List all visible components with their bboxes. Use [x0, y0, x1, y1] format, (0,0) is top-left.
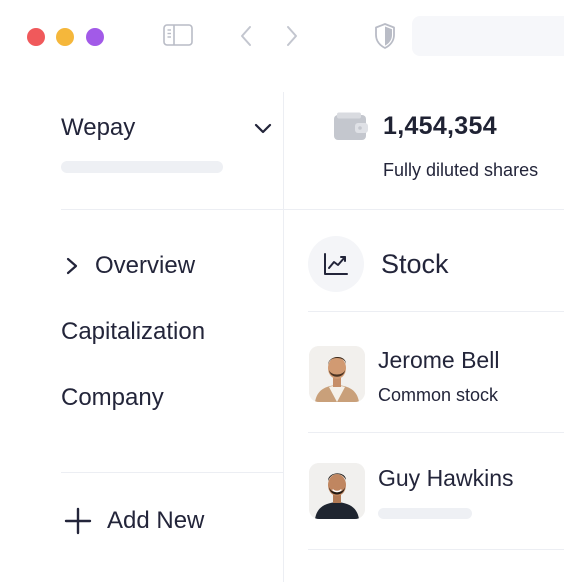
- chevron-down-icon[interactable]: [251, 118, 275, 140]
- address-bar[interactable]: [412, 16, 564, 56]
- company-name[interactable]: Wepay: [61, 114, 135, 142]
- avatar: [309, 346, 365, 402]
- holder-name[interactable]: Guy Hawkins: [378, 465, 513, 492]
- forward-icon[interactable]: [280, 22, 304, 50]
- shield-icon[interactable]: [372, 22, 398, 50]
- holder-name[interactable]: Jerome Bell: [378, 347, 499, 374]
- sidebar-toggle-icon[interactable]: [162, 22, 194, 48]
- add-new-label: Add New: [107, 507, 205, 534]
- fully-diluted-shares-value: 1,454,354: [383, 112, 497, 140]
- divider: [284, 209, 564, 210]
- nav-item-label: Overview: [95, 252, 196, 279]
- nav-item-capitalization[interactable]: Capitalization: [61, 318, 205, 346]
- close-window-button[interactable]: [27, 28, 45, 46]
- holder-stock-type-placeholder: [378, 508, 472, 519]
- divider: [308, 311, 564, 312]
- nav-item-label: Company: [61, 384, 164, 411]
- nav-item-overview[interactable]: Overview: [61, 252, 195, 280]
- plus-icon: [63, 506, 93, 536]
- holder-stock-type: Common stock: [378, 385, 499, 405]
- nav-item-label: Capitalization: [61, 318, 206, 345]
- zoom-window-button[interactable]: [86, 28, 104, 46]
- minimize-window-button[interactable]: [56, 28, 74, 46]
- divider: [308, 432, 564, 433]
- stock-section-title: Stock: [381, 249, 449, 279]
- nav-item-company[interactable]: Company: [61, 384, 164, 412]
- app-window: Wepay Overview Capitalization Company Ad…: [0, 0, 564, 582]
- company-subtitle-placeholder: [61, 161, 223, 173]
- wallet-icon: [333, 112, 369, 142]
- fully-diluted-shares-label: Fully diluted shares: [383, 160, 539, 180]
- divider: [61, 209, 283, 210]
- divider: [308, 549, 564, 550]
- divider: [61, 472, 283, 473]
- avatar: [309, 463, 365, 519]
- back-icon[interactable]: [234, 22, 258, 50]
- sidebar-divider: [283, 92, 284, 582]
- add-new-button[interactable]: Add New: [63, 506, 204, 536]
- line-chart-icon: [308, 236, 364, 292]
- chevron-right-icon: [61, 255, 83, 277]
